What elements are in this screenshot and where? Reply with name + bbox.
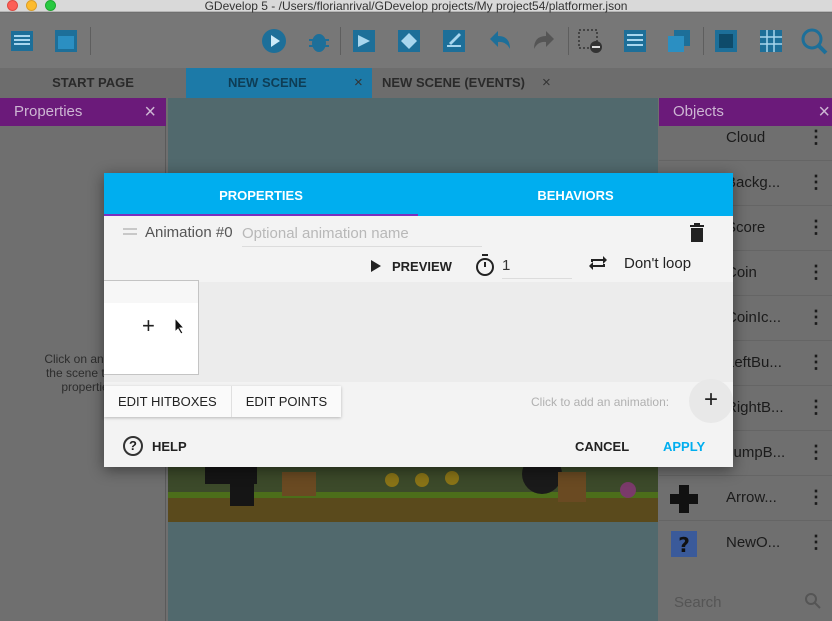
window-titlebar: GDevelop 5 - /Users/florianrival/GDevelo… <box>0 0 832 13</box>
tab-new-scene[interactable]: NEW SCENE × <box>186 68 372 98</box>
redo-icon[interactable] <box>530 27 558 55</box>
list-item[interactable]: Arrow... ⋮ <box>659 476 832 521</box>
cancel-button[interactable]: CANCEL <box>575 439 629 454</box>
close-icon[interactable]: × <box>144 98 156 126</box>
more-vert-icon[interactable]: ⋮ <box>807 217 825 238</box>
object-editor-dialog: PROPERTIES BEHAVIORS Animation #0 PREVIE… <box>104 173 733 467</box>
undo-icon[interactable] <box>486 27 514 55</box>
add-icon: + <box>142 313 155 338</box>
more-vert-icon[interactable]: ⋮ <box>807 262 825 283</box>
help-icon: ? <box>123 436 143 456</box>
list-item[interactable]: ? NewO... ⋮ <box>659 521 832 566</box>
time-between-frames-input[interactable] <box>502 253 572 279</box>
object-groups-icon[interactable] <box>395 27 423 55</box>
add-frame-button[interactable]: + <box>104 280 199 375</box>
tab-start-page[interactable]: START PAGE <box>0 68 186 98</box>
more-vert-icon[interactable]: ⋮ <box>807 442 825 463</box>
more-vert-icon[interactable]: ⋮ <box>807 487 825 508</box>
cloud-icon <box>669 124 699 154</box>
question-mark-icon: ? <box>671 531 697 557</box>
more-vert-icon[interactable]: ⋮ <box>807 532 825 553</box>
search-input[interactable]: Search <box>674 594 722 611</box>
active-tab-indicator <box>104 214 418 216</box>
toolbar-separator <box>340 27 341 55</box>
tab-behaviors[interactable]: BEHAVIORS <box>418 173 733 216</box>
window-title: GDevelop 5 - /Users/florianrival/GDevelo… <box>204 0 628 13</box>
mouse-cursor-icon <box>174 317 186 335</box>
edit-points-button[interactable]: EDIT POINTS <box>232 386 341 417</box>
preview-play-icon[interactable] <box>260 27 288 55</box>
window-mask-icon[interactable] <box>712 27 740 55</box>
scene-preview-graphic <box>168 454 658 522</box>
more-vert-icon[interactable]: ⋮ <box>807 127 825 148</box>
scene-ground-strip <box>168 454 658 522</box>
instances-list-icon[interactable] <box>621 27 649 55</box>
animation-label: Animation #0 <box>145 224 233 241</box>
tab-new-scene-events[interactable]: NEW SCENE (EVENTS) × <box>372 68 562 98</box>
add-animation-hint: Click to add an animation: <box>531 395 670 409</box>
layers-icon[interactable] <box>665 27 693 55</box>
edit-buttons-group: EDIT HITBOXES EDIT POINTS <box>104 386 342 417</box>
debugger-bug-icon[interactable] <box>305 27 333 55</box>
dialog-tabs: PROPERTIES BEHAVIORS <box>104 173 733 216</box>
scene-manager-icon[interactable] <box>52 27 80 55</box>
delete-selection-icon[interactable] <box>576 27 604 55</box>
add-icon: + <box>703 386 718 413</box>
timer-icon <box>476 254 494 276</box>
toolbar-separator <box>568 27 569 55</box>
tab-properties[interactable]: PROPERTIES <box>104 173 418 216</box>
properties-panel-header: Properties × <box>0 98 166 126</box>
editor-tabs: START PAGE NEW SCENE × NEW SCENE (EVENTS… <box>0 68 832 98</box>
drag-handle-icon[interactable] <box>123 228 137 238</box>
preview-button[interactable]: PREVIEW <box>370 255 452 277</box>
open-objects-icon[interactable] <box>350 27 378 55</box>
more-vert-icon[interactable]: ⋮ <box>807 352 825 373</box>
loop-toggle-button[interactable]: Don't loop <box>588 254 691 272</box>
more-vert-icon[interactable]: ⋮ <box>807 307 825 328</box>
edit-hitboxes-button[interactable]: EDIT HITBOXES <box>104 386 232 417</box>
close-icon[interactable]: × <box>354 68 363 98</box>
help-button[interactable]: ? HELP <box>123 436 187 456</box>
project-manager-icon[interactable] <box>8 27 36 55</box>
grid-icon[interactable] <box>757 27 785 55</box>
search-icon[interactable] <box>804 592 822 610</box>
toolbar-separator <box>90 27 91 55</box>
animation-name-input[interactable] <box>242 221 482 247</box>
close-icon[interactable]: × <box>542 68 551 98</box>
trash-icon[interactable] <box>689 223 705 243</box>
zoom-reset-icon[interactable] <box>800 27 828 55</box>
main-toolbar <box>0 13 832 68</box>
apply-button[interactable]: APPLY <box>663 439 705 454</box>
add-animation-button[interactable]: + <box>689 379 733 423</box>
repeat-icon <box>589 256 607 270</box>
more-vert-icon[interactable]: ⋮ <box>807 172 825 193</box>
more-vert-icon[interactable]: ⋮ <box>807 397 825 418</box>
play-icon <box>371 260 381 272</box>
arrows-cross-icon <box>670 485 698 513</box>
list-item[interactable]: Cloud ⋮ <box>659 116 832 161</box>
toolbar-separator <box>703 27 704 55</box>
svg-text:?: ? <box>678 533 690 557</box>
properties-edit-icon[interactable] <box>440 27 468 55</box>
